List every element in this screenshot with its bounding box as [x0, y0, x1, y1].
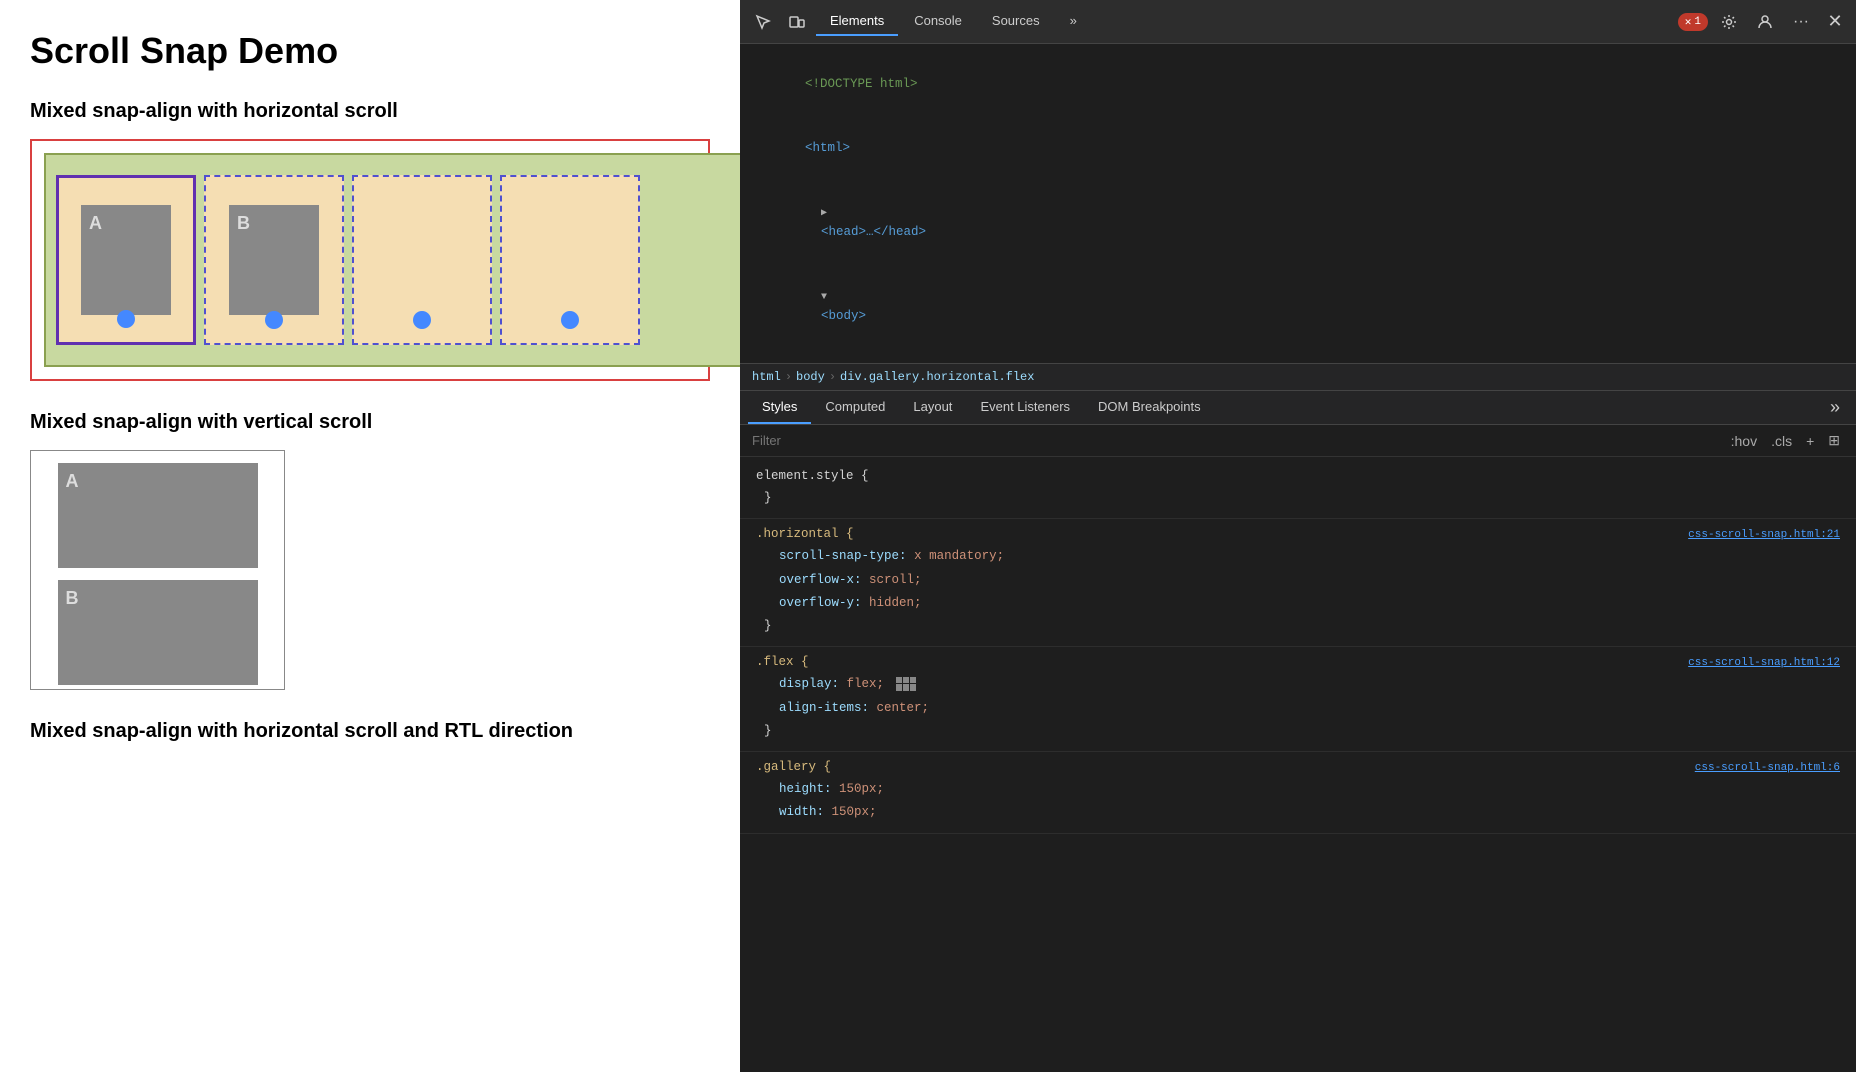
filter-actions: :hov .cls + ⊞	[1727, 430, 1844, 451]
dom-head[interactable]: <head>…</head>	[740, 180, 1856, 264]
rule-flex: .flex { css-scroll-snap.html:12 display:…	[740, 647, 1856, 752]
rule-element-style-selector: element.style {	[756, 469, 869, 483]
snap-dot-c	[413, 311, 431, 329]
left-panel: Scroll Snap Demo Mixed snap-align with h…	[0, 0, 740, 1072]
devtools-topbar-right: ✕ 1 ··· ✕	[1678, 7, 1848, 37]
close-devtools-btn[interactable]: ✕	[1822, 9, 1848, 35]
dom-doctype[interactable]: <!DOCTYPE html>	[740, 52, 1856, 116]
prop-display-flex: display: flex;	[756, 673, 1840, 696]
rule-horizontal-selector: .horizontal {	[756, 527, 854, 541]
styles-tabs: Styles Computed Layout Event Listeners D…	[740, 391, 1856, 425]
devtools-panel: Elements Console Sources » ✕ 1	[740, 0, 1856, 1072]
snap-dot-d	[561, 311, 579, 329]
error-count: 1	[1694, 16, 1701, 28]
tab-event-listeners[interactable]: Event Listeners	[966, 391, 1084, 424]
rule-horizontal-link[interactable]: css-scroll-snap.html:21	[1688, 529, 1840, 541]
inspect-icon-btn[interactable]	[748, 7, 778, 37]
snap-item-c	[352, 175, 492, 345]
section2-title: Mixed snap-align with vertical scroll	[30, 411, 710, 434]
tab-more[interactable]: »	[1056, 7, 1091, 36]
cls-btn[interactable]: .cls	[1767, 431, 1796, 451]
snap-dot-a	[117, 310, 135, 328]
device-icon-btn[interactable]	[782, 7, 812, 37]
tab-console[interactable]: Console	[900, 7, 976, 36]
prop-overflow-x: overflow-x: scroll;	[756, 569, 1840, 592]
more-icon-btn[interactable]: ···	[1786, 7, 1816, 37]
breadcrumb-html[interactable]: html	[752, 370, 781, 384]
dom-body[interactable]: <body>	[740, 264, 1856, 348]
toggle-panel-btn[interactable]: ⊞	[1824, 430, 1844, 451]
breadcrumb-div[interactable]: div.gallery.horizontal.flex	[840, 370, 1034, 384]
rule-flex-link[interactable]: css-scroll-snap.html:12	[1688, 657, 1840, 669]
prop-width: width: 150px;	[756, 801, 1840, 824]
breadcrumb-body[interactable]: body	[796, 370, 825, 384]
tab-layout[interactable]: Layout	[899, 391, 966, 424]
tab-dom-breakpoints[interactable]: DOM Breakpoints	[1084, 391, 1215, 424]
section3-title: Mixed snap-align with horizontal scroll …	[30, 720, 710, 743]
tab-styles[interactable]: Styles	[748, 391, 811, 424]
devtools-topbar: Elements Console Sources » ✕ 1	[740, 0, 1856, 44]
breadcrumb-bar: html › body › div.gallery.horizontal.fle…	[740, 364, 1856, 391]
snap-item-b: B	[204, 175, 344, 345]
rule-gallery-link[interactable]: css-scroll-snap.html:6	[1695, 762, 1840, 774]
profile-icon-btn[interactable]	[1750, 7, 1780, 37]
page-title: Scroll Snap Demo	[30, 30, 710, 72]
gallery-horizontal[interactable]: A B	[56, 165, 736, 355]
rule-gallery-selector: .gallery {	[756, 760, 831, 774]
settings-icon-btn[interactable]	[1714, 7, 1744, 37]
snap-item-a: A	[56, 175, 196, 345]
styles-more-btn[interactable]: »	[1822, 393, 1848, 422]
dom-html[interactable]: <html>	[740, 116, 1856, 180]
prop-align-items: align-items: center;	[756, 697, 1840, 720]
snap-item-v-b: B	[58, 580, 258, 685]
rule-gallery: .gallery { css-scroll-snap.html:6 height…	[740, 752, 1856, 834]
rule-flex-selector: .flex {	[756, 655, 809, 669]
filter-bar: :hov .cls + ⊞	[740, 425, 1856, 457]
prop-height: height: 150px;	[756, 778, 1840, 801]
hov-btn[interactable]: :hov	[1727, 431, 1761, 451]
dom-h1[interactable]: <h1>Scroll Snap Demo</h1>	[740, 348, 1856, 364]
rule-horizontal: .horizontal { css-scroll-snap.html:21 sc…	[740, 519, 1856, 647]
gallery-green-bg: A B	[44, 153, 740, 367]
prop-scroll-snap-type: scroll-snap-type: x mandatory;	[756, 545, 1840, 568]
add-rule-btn[interactable]: +	[1802, 431, 1818, 451]
flex-icon	[896, 677, 916, 691]
tab-computed[interactable]: Computed	[811, 391, 899, 424]
snap-item-v-a: A	[58, 463, 258, 568]
inner-box-a: A	[81, 205, 171, 315]
filter-input[interactable]	[752, 433, 1719, 448]
dom-tree: <!DOCTYPE html> <html> <head>…</head> <b…	[740, 44, 1856, 364]
snap-item-d	[500, 175, 640, 345]
tab-sources[interactable]: Sources	[978, 7, 1054, 36]
devtools-tabs: Elements Console Sources »	[816, 7, 1674, 36]
error-x-icon: ✕	[1685, 15, 1692, 29]
horizontal-demo-outer: A B	[30, 139, 710, 381]
styles-content: element.style { } .horizontal { css-scro…	[740, 457, 1856, 838]
prop-overflow-y: overflow-y: hidden;	[756, 592, 1840, 615]
gallery-vertical[interactable]: A B	[30, 450, 285, 690]
snap-dot-b	[265, 311, 283, 329]
rule-element-style: element.style { }	[740, 461, 1856, 519]
section1-title: Mixed snap-align with horizontal scroll	[30, 100, 710, 123]
error-badge: ✕ 1	[1678, 13, 1708, 31]
inner-box-b: B	[229, 205, 319, 315]
tab-elements[interactable]: Elements	[816, 7, 898, 36]
